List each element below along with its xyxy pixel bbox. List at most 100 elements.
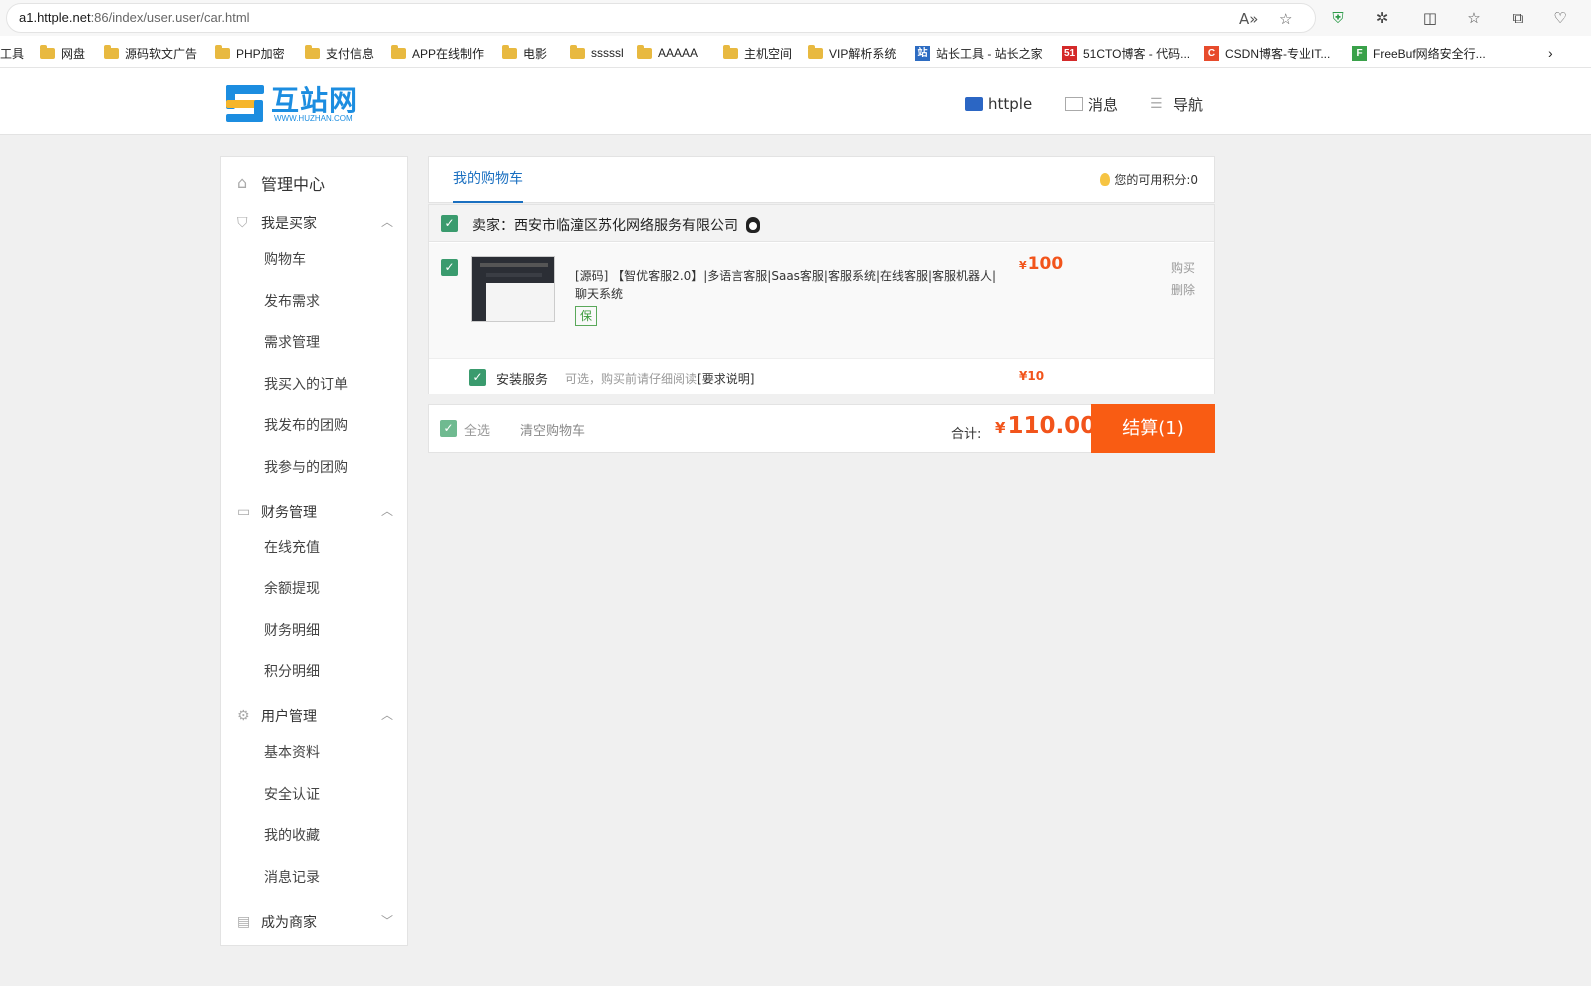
bookmark-label: 站长工具 - 站长之家 [936, 46, 1043, 61]
bookmark-item[interactable]: 电影 [502, 44, 547, 62]
total-amount: ¥110.00 [995, 413, 1097, 439]
select-all-checkbox[interactable]: ✓ [440, 420, 457, 437]
product-title[interactable]: [源码] 【智优客服2.0】|多语言客服|Saas客服|客服系统|在线客服|客服… [575, 267, 1000, 303]
sidebar-section-user[interactable]: ⚙ 用户管理 ︿ [237, 706, 393, 726]
buy-link[interactable]: 购买 [1171, 259, 1195, 276]
folder-icon [570, 44, 585, 59]
nav-navigation-label: 导航 [1173, 95, 1204, 114]
nav-messages[interactable]: 消息 [1065, 92, 1118, 116]
cart-footer: ✓ 全选 清空购物车 合计: ¥110.00 结算(1) [428, 404, 1215, 453]
sidebar-section-buyer[interactable]: ⛉ 我是买家 ︿ [237, 213, 393, 233]
select-all-label[interactable]: 全选 [464, 420, 490, 439]
sidebar: ⌂ 管理中心 ⛉ 我是买家 ︿ 购物车 发布需求 需求管理 我买入的订单 我发布… [220, 156, 408, 946]
home-icon: ⌂ [237, 173, 248, 192]
chevron-up-icon[interactable]: ︿ [381, 213, 393, 230]
folder-icon [391, 44, 406, 59]
logo-text: 互站网 [271, 84, 359, 117]
bookmarks-bar: 工具 网盘 源码软文广告 PHP加密 支付信息 APP在线制作 电影 sssssl AAAAA 主… [0, 38, 1591, 68]
sidebar-item-points-details[interactable]: 积分明细 [264, 661, 320, 681]
collections-icon[interactable]: ⧉ [1508, 8, 1528, 28]
checkout-button[interactable]: 结算(1) [1091, 404, 1215, 453]
bookmark-label: 支付信息 [326, 46, 375, 61]
bookmark-item[interactable]: 主机空间 [723, 44, 792, 62]
bookmark-item[interactable]: 51 51CTO博客 - 代码... [1062, 44, 1190, 62]
nav-navigation[interactable]: ☰ 导航 [1150, 92, 1203, 116]
bookmark-label: APP在线制作 [412, 46, 485, 61]
install-service-row: ✓ 安装服务 可选，购买前请仔细阅读[要求说明] ¥10 [429, 360, 1214, 394]
logo-subtitle: WWW.HUZHAN.COM [274, 114, 353, 123]
bookmark-item[interactable]: 支付信息 [305, 44, 374, 62]
url-text[interactable]: a1.httple.net:86/index/user.user/car.htm… [19, 10, 250, 25]
clear-cart-link[interactable]: 清空购物车 [520, 420, 585, 439]
available-points: 您的可用积分:0 [1100, 171, 1198, 188]
chevron-down-icon[interactable]: ﹀ [381, 912, 393, 929]
folder-icon [808, 44, 823, 59]
sidebar-item-message-log[interactable]: 消息记录 [264, 867, 320, 887]
sidebar-item-bought-orders[interactable]: 我买入的订单 [264, 374, 348, 394]
browser-essentials-icon[interactable]: ♡ [1550, 8, 1570, 28]
favorites-icon[interactable]: ☆ [1464, 8, 1484, 28]
bookmark-label: PHP加密 [236, 46, 285, 61]
site-logo[interactable]: 互站网 WWW.HUZHAN.COM [224, 77, 369, 129]
bookmark-item[interactable]: C CSDN博客-专业IT... [1204, 44, 1330, 62]
seller-label: 卖家：西安市临潼区苏化网络服务有限公司 [472, 218, 738, 234]
sidebar-section-finance[interactable]: ▭ 财务管理 ︿ [237, 502, 393, 522]
sidebar-item-post-demand[interactable]: 发布需求 [264, 291, 320, 311]
bookmark-label: AAAAA [658, 46, 699, 60]
chevron-up-icon[interactable]: ︿ [381, 502, 393, 519]
bookmark-item[interactable]: 站站长工具 - 站长之家 [915, 44, 1043, 62]
sidebar-section-label: 我是买家 [261, 216, 317, 232]
delete-link[interactable]: 删除 [1171, 281, 1195, 298]
sidebar-item-demand-manage[interactable]: 需求管理 [264, 332, 320, 352]
sidebar-section-merchant[interactable]: ▤ 成为商家 ﹀ [237, 912, 393, 932]
bookmark-item[interactable]: PHP加密 [215, 44, 285, 62]
bookmark-item[interactable]: F FreeBuf网络安全行... [1352, 44, 1486, 62]
folder-icon [637, 44, 652, 59]
sidebar-item-profile[interactable]: 基本资料 [264, 742, 320, 762]
nav-user[interactable]: httple [965, 92, 1032, 116]
lightbulb-icon [1100, 173, 1111, 186]
bookmark-label: sssssl [591, 46, 624, 60]
bookmark-item[interactable]: AAAAA [637, 44, 698, 62]
folder-icon [305, 44, 320, 59]
bookmark-label: 电影 [523, 46, 548, 61]
address-bar-row: a1.httple.net:86/index/user.user/car.htm… [0, 0, 1591, 36]
install-service-checkbox[interactable]: ✓ [469, 369, 486, 386]
sidebar-item-my-group-buys[interactable]: 我发布的团购 [264, 415, 348, 435]
bookmark-item[interactable]: 工具 [0, 44, 24, 62]
user-card-icon [965, 97, 983, 111]
read-aloud-icon[interactable]: A» [1239, 10, 1258, 28]
sidebar-item-security[interactable]: 安全认证 [264, 784, 320, 804]
seller-name: 卖家：西安市临潼区苏化网络服务有限公司 [472, 215, 760, 235]
bookmark-item[interactable]: APP在线制作 [391, 44, 484, 62]
tab-my-cart[interactable]: 我的购物车 [453, 157, 523, 203]
sidebar-item-withdraw[interactable]: 余额提现 [264, 578, 320, 598]
qq-icon[interactable] [746, 217, 760, 233]
sidebar-item-finance-details[interactable]: 财务明细 [264, 620, 320, 640]
shield-icon[interactable]: ⛨ [1328, 8, 1348, 28]
item-checkbox[interactable]: ✓ [441, 259, 458, 276]
sidebar-item-recharge[interactable]: 在线充值 [264, 537, 320, 557]
sidebar-title[interactable]: ⌂ 管理中心 [237, 171, 325, 195]
chevron-up-icon[interactable]: ︿ [381, 706, 393, 723]
site-favicon-icon: F [1352, 45, 1367, 61]
sidebar-item-favorites[interactable]: 我的收藏 [264, 825, 320, 845]
bookmark-label: CSDN博客-专业IT... [1225, 46, 1331, 61]
sidebar-item-cart[interactable]: 购物车 [264, 249, 306, 269]
address-bar[interactable]: a1.httple.net:86/index/user.user/car.htm… [6, 3, 1316, 33]
install-service-label: 安装服务 [496, 373, 549, 388]
sidebar-item-joined-group-buys[interactable]: 我参与的团购 [264, 457, 348, 477]
extensions-icon[interactable]: ✲ [1372, 8, 1392, 28]
seller-checkbox[interactable]: ✓ [441, 215, 458, 232]
bookmark-item[interactable]: VIP解析系统 [808, 44, 896, 62]
requirements-link[interactable]: [要求说明] [697, 372, 754, 386]
bookmark-item[interactable]: 网盘 [40, 44, 85, 62]
split-screen-icon[interactable]: ◫ [1420, 8, 1440, 28]
bookmark-item[interactable]: 源码软文广告 [104, 44, 197, 62]
bookmark-item[interactable]: sssssl [570, 44, 624, 62]
product-thumbnail[interactable] [471, 256, 555, 322]
bookmarks-more-icon[interactable]: › [1548, 44, 1553, 62]
card-icon: ▭ [237, 504, 251, 520]
favorite-star-icon[interactable]: ☆ [1279, 10, 1292, 28]
nav-messages-label: 消息 [1088, 95, 1119, 114]
